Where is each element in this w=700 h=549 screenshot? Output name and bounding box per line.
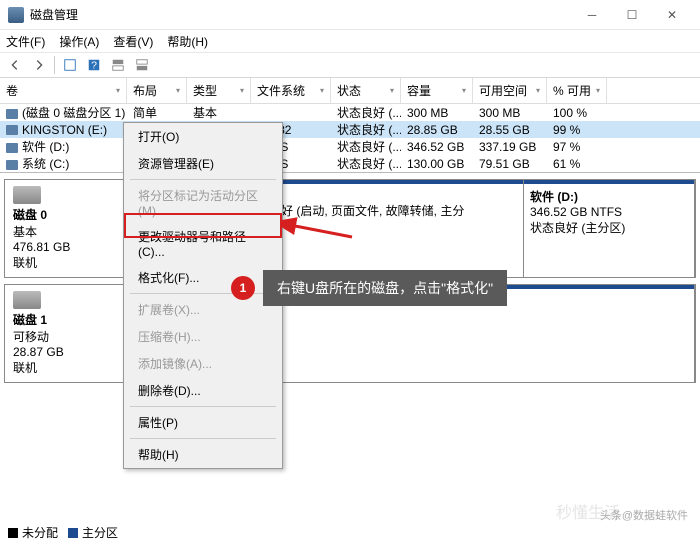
- col-filesystem[interactable]: 文件系统▾: [251, 78, 331, 103]
- close-button[interactable]: ✕: [652, 1, 692, 29]
- grid-header: 卷▾ 布局▾ 类型▾ 文件系统▾ 状态▾ 容量▾ 可用空间▾ % 可用▾: [0, 78, 700, 104]
- col-free[interactable]: 可用空间▾: [473, 78, 547, 103]
- ctx-explorer[interactable]: 资源管理器(E): [124, 150, 282, 177]
- menu-action[interactable]: 操作(A): [59, 33, 99, 50]
- maximize-button[interactable]: ☐: [612, 1, 652, 29]
- disk-icon: [13, 186, 41, 204]
- volume-grid: 卷▾ 布局▾ 类型▾ 文件系统▾ 状态▾ 容量▾ 可用空间▾ % 可用▾ (磁盘…: [0, 78, 700, 173]
- help-button[interactable]: ?: [83, 55, 105, 75]
- ctx-change-letter[interactable]: 更改驱动器号和路径(C)...: [124, 223, 282, 264]
- col-volume[interactable]: 卷▾: [0, 78, 127, 103]
- disk-icon: [13, 291, 41, 309]
- partition[interactable]: 软件 (D:) 346.52 GB NTFS 状态良好 (主分区): [524, 180, 695, 277]
- ctx-mirror: 添加镜像(A)...: [124, 350, 282, 377]
- minimize-button[interactable]: ─: [572, 1, 612, 29]
- menu-view[interactable]: 查看(V): [113, 33, 153, 50]
- table-row[interactable]: KINGSTON (E:) 简单 基本 FAT32 状态良好 (... 28.8…: [0, 121, 700, 138]
- forward-button[interactable]: [28, 55, 50, 75]
- annotation-text: 右键U盘所在的磁盘，点击"格式化": [263, 270, 507, 306]
- legend: 未分配 主分区: [4, 520, 122, 545]
- menu-help[interactable]: 帮助(H): [167, 33, 208, 50]
- col-type[interactable]: 类型▾: [187, 78, 251, 103]
- table-row[interactable]: 软件 (D:) 简单 基本 NTFS 状态良好 (... 346.52 GB 3…: [0, 138, 700, 155]
- disk-info[interactable]: 磁盘 0 基本 476.81 GB 联机: [5, 180, 125, 277]
- ctx-mark-active: 将分区标记为活动分区(M): [124, 182, 282, 223]
- view-top-button[interactable]: [107, 55, 129, 75]
- legend-unallocated: 未分配: [22, 524, 58, 541]
- refresh-button[interactable]: [59, 55, 81, 75]
- table-row[interactable]: 系统 (C:) 简单 基本 NTFS 状态良好 (... 130.00 GB 7…: [0, 155, 700, 172]
- svg-text:?: ?: [91, 60, 97, 72]
- back-button[interactable]: [4, 55, 26, 75]
- window-title: 磁盘管理: [30, 6, 572, 23]
- app-icon: [8, 7, 24, 23]
- view-bottom-button[interactable]: [131, 55, 153, 75]
- col-pct[interactable]: % 可用▾: [547, 78, 607, 103]
- col-status[interactable]: 状态▾: [331, 78, 401, 103]
- ctx-open[interactable]: 打开(O): [124, 123, 282, 150]
- col-layout[interactable]: 布局▾: [127, 78, 187, 103]
- legend-primary: 主分区: [82, 524, 118, 541]
- menubar: 文件(F) 操作(A) 查看(V) 帮助(H): [0, 30, 700, 52]
- disk-info[interactable]: 磁盘 1 可移动 28.87 GB 联机: [5, 285, 125, 382]
- step-badge: 1: [231, 276, 255, 300]
- watermark: 头条@数据蛙软件: [600, 507, 688, 523]
- ctx-help[interactable]: 帮助(H): [124, 441, 282, 468]
- annotation-callout: 1 右键U盘所在的磁盘，点击"格式化": [231, 270, 507, 306]
- menu-file[interactable]: 文件(F): [6, 33, 45, 50]
- titlebar: 磁盘管理 ─ ☐ ✕: [0, 0, 700, 30]
- arrow-icon: [282, 215, 362, 245]
- col-capacity[interactable]: 容量▾: [401, 78, 473, 103]
- toolbar: ?: [0, 52, 700, 78]
- table-row[interactable]: (磁盘 0 磁盘分区 1) 简单 基本 状态良好 (... 300 MB 300…: [0, 104, 700, 121]
- ctx-delete[interactable]: 删除卷(D)...: [124, 377, 282, 404]
- ctx-shrink: 压缩卷(H)...: [124, 323, 282, 350]
- ctx-properties[interactable]: 属性(P): [124, 409, 282, 436]
